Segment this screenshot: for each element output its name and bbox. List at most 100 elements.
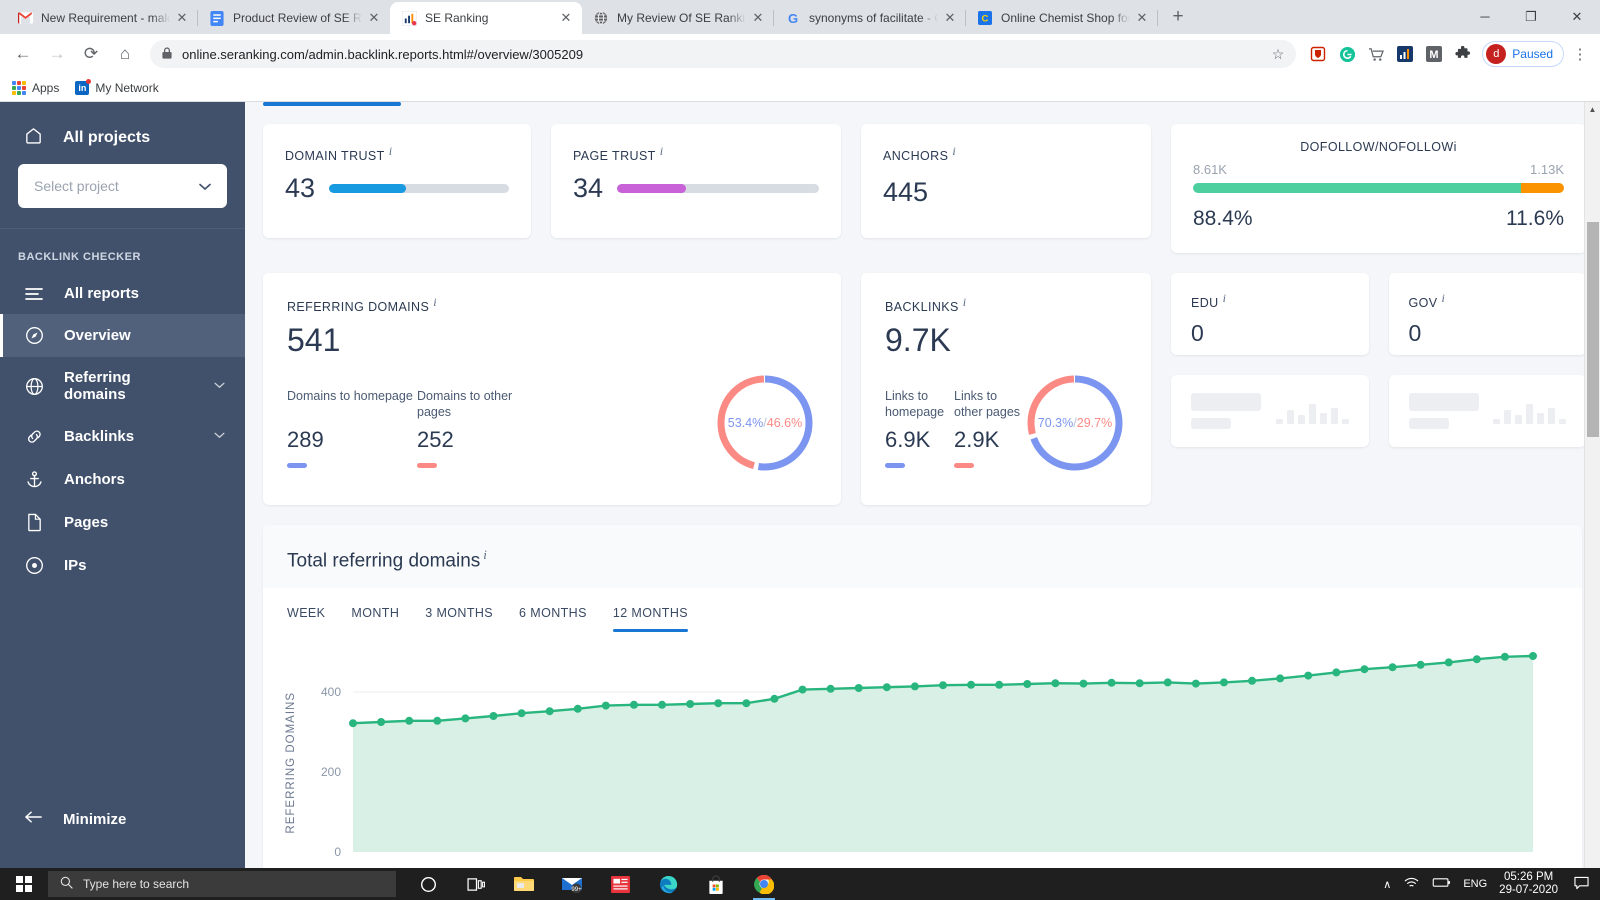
bookmark-apps[interactable]: Apps xyxy=(12,80,59,95)
info-icon[interactable]: i xyxy=(1441,291,1445,305)
tab-close-button[interactable]: ✕ xyxy=(1134,10,1150,26)
maximize-window-button[interactable]: ❐ xyxy=(1508,1,1554,33)
anchors-value: 445 xyxy=(883,177,929,208)
file-explorer-icon[interactable] xyxy=(502,868,546,900)
chevron-down-icon[interactable] xyxy=(214,431,225,442)
info-icon[interactable]: i xyxy=(483,547,487,562)
clock[interactable]: 05:26 PM 29-07-2020 xyxy=(1499,871,1558,897)
tab-close-button[interactable]: ✕ xyxy=(174,10,190,26)
new-tab-button[interactable]: + xyxy=(1164,4,1192,32)
scroll-up-arrow[interactable]: ▲ xyxy=(1585,102,1600,118)
address-bar[interactable]: online.seranking.com/admin.backlink.repo… xyxy=(150,40,1297,68)
nofollow-percent: 11.6% xyxy=(1506,207,1564,230)
scrollbar-thumb[interactable] xyxy=(1587,222,1599,437)
home-button[interactable]: ⌂ xyxy=(110,39,140,69)
page-scrollbar[interactable]: ▲ xyxy=(1584,102,1600,868)
domain-trust-bar xyxy=(329,184,509,194)
legend-swatch xyxy=(417,463,437,469)
metric-value: 2.9K xyxy=(954,427,1000,453)
bookmark-my-network[interactable]: in My Network xyxy=(75,78,159,95)
page-trust-value: 34 xyxy=(573,173,604,204)
info-icon[interactable]: i xyxy=(1223,291,1227,305)
sidebar-section-header: BACKLINK CHECKER xyxy=(18,251,141,263)
puzzle-icon[interactable] xyxy=(1450,41,1476,67)
chevron-down-icon[interactable] xyxy=(214,381,225,392)
edu-gov-section: EDU i 0 GOV i 0 xyxy=(1171,273,1586,447)
back-button[interactable]: ← xyxy=(8,39,38,69)
sidebar-item-all-projects[interactable]: All projects xyxy=(0,120,245,164)
forward-button[interactable]: → xyxy=(42,39,72,69)
sidebar-item-pages[interactable]: Pages xyxy=(0,501,245,544)
close-window-button[interactable]: ✕ xyxy=(1554,1,1600,33)
tab-close-button[interactable]: ✕ xyxy=(366,10,382,26)
mailtrack-icon[interactable]: M xyxy=(1421,41,1447,67)
chart-data-point xyxy=(433,717,442,726)
task-view-icon[interactable] xyxy=(454,868,498,900)
chart-data-point xyxy=(967,681,976,690)
browser-tab[interactable]: New Requirement - maldediv ✕ xyxy=(6,2,198,34)
tab-separator xyxy=(1157,10,1158,26)
card-title: REFERRING DOMAINS i xyxy=(287,295,817,314)
lock-icon xyxy=(162,46,172,62)
news-icon[interactable] xyxy=(598,868,642,900)
sidebar-item-overview[interactable]: Overview xyxy=(0,314,245,357)
sidebar-minimize-button[interactable]: Minimize xyxy=(0,796,245,868)
browser-tab[interactable]: G synonyms of facilitate - Goog ✕ xyxy=(774,2,966,34)
globe-icon xyxy=(24,377,44,396)
minimize-window-button[interactable]: ─ xyxy=(1462,1,1508,33)
sidebar-item-backlinks[interactable]: Backlinks xyxy=(0,415,245,458)
sidebar-item-referring-domains[interactable]: Referring domains xyxy=(0,357,245,415)
chevron-down-icon xyxy=(199,178,211,194)
profile-button[interactable]: d Paused xyxy=(1482,41,1564,67)
edge-icon[interactable] xyxy=(646,868,690,900)
browser-tab-active[interactable]: SE Ranking ✕ xyxy=(390,2,582,34)
chart-data-point xyxy=(1472,655,1481,664)
tab-title: synonyms of facilitate - Goog xyxy=(809,11,938,25)
language-indicator[interactable]: ENG xyxy=(1463,878,1487,890)
sidebar-item-anchors[interactable]: Anchors xyxy=(0,458,245,501)
tray-expand-chevron-icon[interactable]: ∧ xyxy=(1383,878,1391,891)
info-icon[interactable]: i xyxy=(963,295,967,309)
cortana-icon[interactable] xyxy=(406,868,450,900)
tab-month[interactable]: MONTH xyxy=(351,606,399,632)
start-button[interactable] xyxy=(0,868,48,900)
info-icon[interactable]: i xyxy=(389,144,393,158)
project-select[interactable]: Select project xyxy=(18,164,227,208)
browser-tab[interactable]: My Review Of SE Ranking - S ✕ xyxy=(582,2,774,34)
sidebar-all-projects-label: All projects xyxy=(63,129,151,146)
sidebar-item-all-reports[interactable]: All reports xyxy=(0,273,245,314)
info-icon[interactable]: i xyxy=(952,144,956,158)
notification-icon[interactable] xyxy=(1570,876,1592,893)
chrome-icon[interactable] xyxy=(742,868,786,900)
grammarly-icon[interactable] xyxy=(1334,41,1360,67)
tab-close-button[interactable]: ✕ xyxy=(558,10,574,26)
taskbar-search-box[interactable]: Type here to search xyxy=(48,871,396,897)
chart-data-point xyxy=(1191,679,1200,688)
avatar: d xyxy=(1486,44,1507,64)
info-icon[interactable]: i xyxy=(433,295,437,309)
browser-tab[interactable]: C Online Chemist Shop for Hea ✕ xyxy=(966,2,1158,34)
info-icon[interactable]: i xyxy=(660,144,664,158)
tab-close-button[interactable]: ✕ xyxy=(750,10,766,26)
cart-icon[interactable] xyxy=(1363,41,1389,67)
browser-menu-button[interactable]: ⋮ xyxy=(1568,45,1592,63)
tab-3-months[interactable]: 3 MONTHS xyxy=(425,606,493,632)
wifi-icon[interactable] xyxy=(1403,876,1420,892)
info-icon[interactable]: i xyxy=(1454,140,1457,154)
sidebar-item-ips[interactable]: IPs xyxy=(0,544,245,587)
tab-close-button[interactable]: ✕ xyxy=(942,10,958,26)
tab-6-months[interactable]: 6 MONTHS xyxy=(519,606,587,632)
battery-icon[interactable] xyxy=(1432,877,1451,891)
seranking-ext-icon[interactable] xyxy=(1392,41,1418,67)
microsoft-store-icon[interactable] xyxy=(694,868,738,900)
mail-icon[interactable]: 99+ xyxy=(550,868,594,900)
bookmark-star-icon[interactable]: ☆ xyxy=(1272,46,1285,63)
ublock-icon[interactable] xyxy=(1305,41,1331,67)
reload-button[interactable]: ⟳ xyxy=(76,39,106,69)
y-axis-tick-label: 200 xyxy=(321,765,341,779)
chart-data-point xyxy=(601,701,610,710)
tab-week[interactable]: WEEK xyxy=(287,606,325,632)
tab-12-months[interactable]: 12 MONTHS xyxy=(612,606,689,633)
chart-data-point xyxy=(1079,679,1088,688)
browser-tab[interactable]: Product Review of SE Ranking ✕ xyxy=(198,2,390,34)
